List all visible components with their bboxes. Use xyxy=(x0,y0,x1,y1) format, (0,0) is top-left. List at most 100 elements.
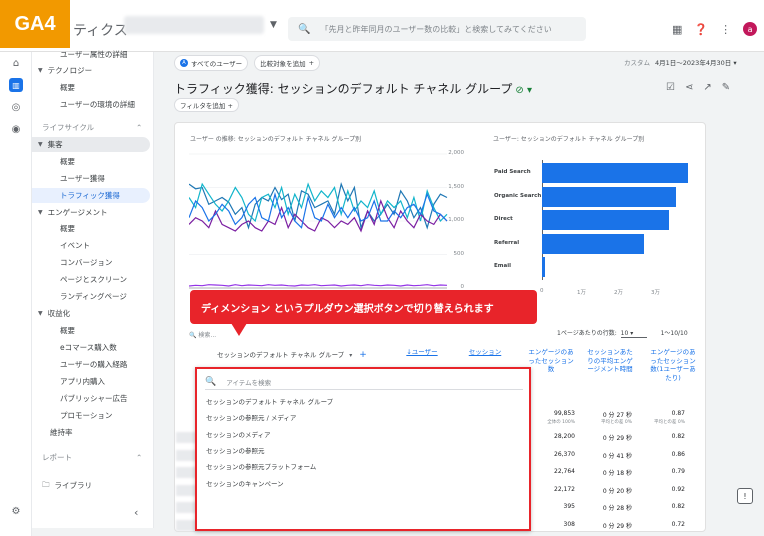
bar-x-tick-label: 2万 xyxy=(613,290,623,296)
sidebar-item[interactable]: 概要 xyxy=(32,154,154,169)
bar-chart-title: ユーザー: セッションのデフォルト チャネル グループ別 xyxy=(493,136,645,143)
table-cell: 22,172 xyxy=(554,485,575,493)
date-range-picker[interactable]: カスタム 4月1日～2023年4月30日 ▾ xyxy=(624,57,737,67)
column-header[interactable]: エンゲージのあったセッション数 xyxy=(528,348,574,400)
sidebar-item[interactable]: トラフィック獲得 xyxy=(32,188,150,203)
sidebar-item-label: テクノロジー xyxy=(47,66,93,75)
sidebar-item-label: ランディングページ xyxy=(60,292,127,301)
sidebar-item-label: ライフサイクル xyxy=(42,123,95,132)
reports-icon[interactable]: ▥ xyxy=(9,78,23,92)
y-tick-label: 2,000 xyxy=(448,150,464,156)
column-header[interactable]: エンゲージのあったセッション数(1ユーザーあたり) xyxy=(650,348,696,400)
bar-x-tick-label: 0 xyxy=(540,288,544,294)
sidebar-item[interactable]: 概要 xyxy=(32,323,154,338)
dimension-dropdown-panel: 🔍 アイテムを検索 セッションのデフォルト チャネル グループ セッションの参照元 … xyxy=(195,367,531,531)
search-placeholder: 「先月と昨年同月のユーザー数の比較」と検索してみてください xyxy=(320,24,552,34)
column-header[interactable]: セッションあたりの平均エンゲージメント時間 xyxy=(587,348,633,400)
insights-icon[interactable]: ↗ xyxy=(703,82,711,93)
dropdown-option[interactable]: セッションの参照元 xyxy=(206,445,265,455)
sidebar-item[interactable]: 🗀 ライブラリ xyxy=(32,478,154,493)
sidebar-item[interactable]: eコマース購入数 xyxy=(32,340,154,355)
sidebar-item[interactable]: ▼ テクノロジー xyxy=(32,63,154,78)
dropdown-option[interactable]: セッションの参照元 / メディア xyxy=(206,412,296,422)
sidebar-item[interactable]: ▼ 収益化 xyxy=(32,306,154,321)
check-circle-icon[interactable]: ⊘ ▾ xyxy=(515,85,532,96)
add-dimension-plus-icon[interactable]: + xyxy=(359,350,367,360)
table-cell: 28,200 xyxy=(554,433,575,440)
sidebar-item[interactable]: コンバージョン xyxy=(32,255,154,270)
advertising-icon[interactable]: ◉ xyxy=(9,122,23,136)
sidebar-item[interactable]: プロモーション xyxy=(32,408,154,423)
line-chart xyxy=(189,153,448,289)
add-compare-chip[interactable]: 比較対象を追加 + xyxy=(254,55,321,71)
chevron-down-icon: ▼ xyxy=(38,209,43,216)
edit-pencil-icon[interactable]: ✎ xyxy=(722,82,730,93)
bar-mark[interactable] xyxy=(542,186,677,207)
sidebar-item[interactable]: 維持率 xyxy=(32,425,154,440)
table-cell: 0 分 18 秒 xyxy=(602,470,632,477)
dropdown-option[interactable]: セッションの参照元プラットフォーム xyxy=(206,461,316,471)
title-actions: ☑ ⋖ ↗ ✎ xyxy=(666,82,730,93)
y-tick-label: 500 xyxy=(453,250,465,257)
bar-mark[interactable] xyxy=(542,210,669,230)
line-chart-title: ユーザー の推移: セッションのデフォルト チャネル グループ別 xyxy=(190,136,362,143)
sidebar-item[interactable]: ▼ 集客 xyxy=(32,137,150,152)
table-cell: 308 xyxy=(563,520,575,528)
sidebar-item-label: 概要 xyxy=(60,224,75,233)
all-users-chip[interactable]: A すべてのユーザー xyxy=(174,55,249,71)
dropdown-option[interactable]: セッションのメディア xyxy=(206,429,271,439)
sidebar-item[interactable]: アプリ内購入 xyxy=(32,374,154,389)
table-search-input[interactable]: 🔍 検索... xyxy=(189,330,216,339)
dimension-dropdown-button[interactable]: セッションのデフォルト チャネル グループ ▾ + xyxy=(217,349,367,360)
help-icon[interactable]: ❓ xyxy=(694,23,708,36)
app-title: ティクス xyxy=(73,23,128,39)
rows-per-page-select[interactable]: 10 ▾ xyxy=(620,330,647,338)
sidebar-item-label: イベント xyxy=(60,241,90,250)
sidebar-item[interactable]: パブリッシャー広告 xyxy=(32,391,154,406)
bar-mark[interactable] xyxy=(542,163,688,183)
dropdown-option[interactable]: セッションのデフォルト チャネル グループ xyxy=(206,396,333,406)
bar-mark[interactable] xyxy=(542,257,546,277)
avatar[interactable]: a xyxy=(743,22,758,36)
sidebar-item[interactable]: ユーザーの環境の詳細 xyxy=(32,97,154,112)
sidebar-item[interactable]: ユーザー獲得 xyxy=(32,171,154,186)
plus-icon: + xyxy=(308,59,315,67)
bar-mark[interactable] xyxy=(542,233,645,254)
sidebar-item[interactable]: ユーザーの購入経路 xyxy=(32,357,154,372)
table-cell: 0.82 xyxy=(671,433,685,440)
column-header[interactable]: セッション xyxy=(460,348,510,357)
ga4-badge: GA4 xyxy=(0,0,70,48)
sidebar-item[interactable]: ランディングページ xyxy=(32,289,154,304)
sidebar-item[interactable]: ユーザー属性の詳細 xyxy=(32,47,154,62)
page-title: トラフィック獲得: セッションのデフォルト チャネル グループ ⊘ ▾ xyxy=(174,80,532,97)
feedback-icon[interactable]: ! xyxy=(737,488,753,504)
table-cell: 0 分 20 秒 xyxy=(602,487,632,495)
chevron-down-icon: ▼ xyxy=(38,141,43,148)
sidebar-item-label: コンバージョン xyxy=(60,258,113,267)
more-menu-icon[interactable]: ⋮ xyxy=(720,23,731,36)
sidebar-item[interactable]: ▼ エンゲージメント xyxy=(32,205,154,220)
dropdown-option[interactable]: セッションのキャンペーン xyxy=(206,478,284,488)
table-cell: 395 xyxy=(563,503,575,510)
sidebar-item[interactable]: イベント xyxy=(32,238,154,253)
sidebar-item[interactable]: ページとスクリーン xyxy=(32,272,154,287)
add-filter-button[interactable]: フィルタを追加 + xyxy=(174,98,239,112)
bar-category-label: Email xyxy=(494,263,511,269)
customize-report-icon[interactable]: ☑ xyxy=(666,82,675,93)
sidebar-item[interactable]: 概要 xyxy=(32,221,154,236)
sidebar-item[interactable]: 概要 xyxy=(32,80,154,95)
collapse-sidebar-icon[interactable]: ‹ xyxy=(134,506,138,519)
share-icon[interactable]: ⋖ xyxy=(685,82,693,93)
account-caret-icon[interactable]: ▼ xyxy=(270,20,277,30)
explore-icon[interactable]: ◎ xyxy=(9,100,23,114)
table-cell: 0 分 28 秒 xyxy=(602,505,632,512)
table-cell: 0.86 xyxy=(671,450,685,458)
search-box[interactable]: 🔍 「先月と昨年同月のユーザー数の比較」と検索してみてください xyxy=(288,17,586,41)
home-icon[interactable]: ⌂ xyxy=(9,56,23,70)
column-header[interactable]: ↓ユーザー xyxy=(398,348,446,357)
rows-per-page-label: 1ページあたりの行数: xyxy=(557,330,617,337)
dropdown-search-input[interactable]: 🔍 アイテムを検索 xyxy=(205,374,523,390)
account-selector[interactable] xyxy=(124,16,264,34)
apps-grid-icon[interactable]: ▦ xyxy=(672,23,682,36)
settings-gear-icon[interactable]: ⚙ xyxy=(9,504,23,518)
